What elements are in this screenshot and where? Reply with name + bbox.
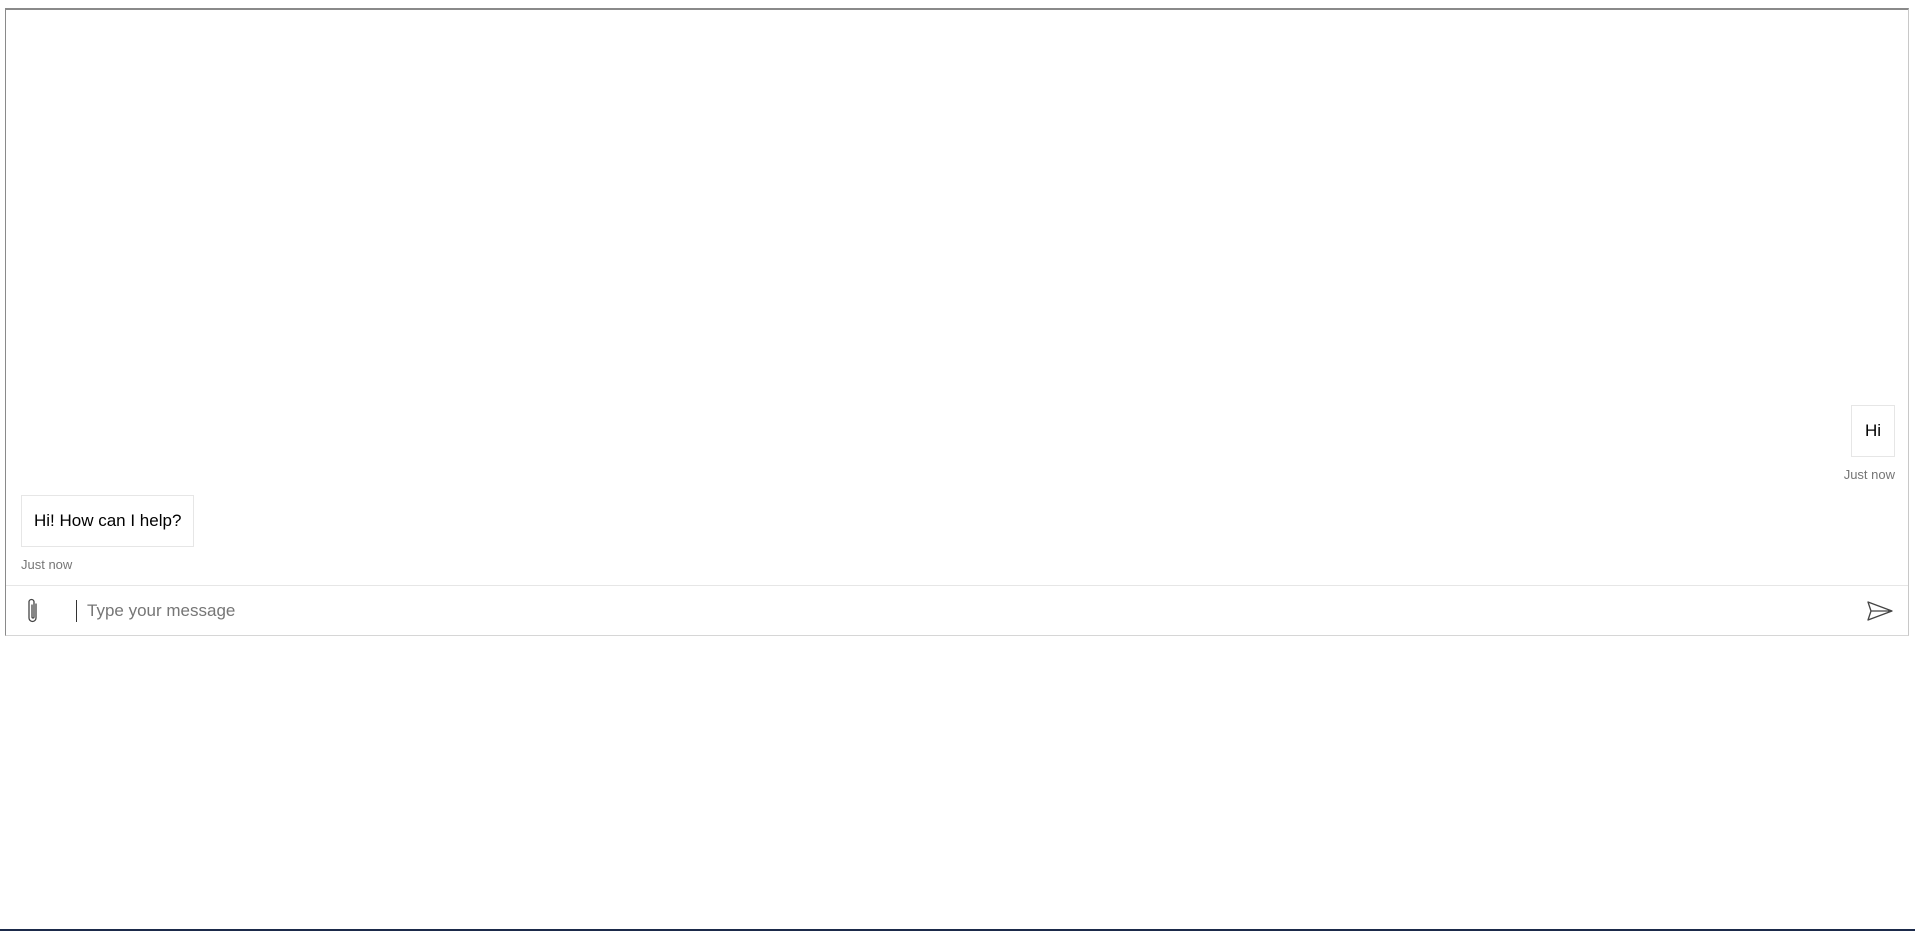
- user-message-bubble: Hi: [1851, 405, 1895, 457]
- chat-transcript[interactable]: Hi Just now Hi! How can I help? Just now: [6, 10, 1908, 586]
- paperclip-icon: [28, 598, 37, 623]
- webchat-container: Hi Just now Hi! How can I help? Just now: [5, 8, 1909, 636]
- bot-message-timestamp: Just now: [21, 557, 73, 572]
- user-message-timestamp: Just now: [1843, 467, 1895, 482]
- bot-message-bubble: Hi! How can I help?: [21, 495, 195, 547]
- send-icon: [1867, 601, 1893, 621]
- user-message-text: Hi: [1864, 421, 1882, 440]
- send-button[interactable]: [1852, 586, 1908, 636]
- bot-message-text: Hi! How can I help?: [34, 511, 182, 530]
- message-input[interactable]: [76, 600, 1852, 622]
- message-composer: [6, 586, 1908, 636]
- attach-button[interactable]: [6, 586, 60, 636]
